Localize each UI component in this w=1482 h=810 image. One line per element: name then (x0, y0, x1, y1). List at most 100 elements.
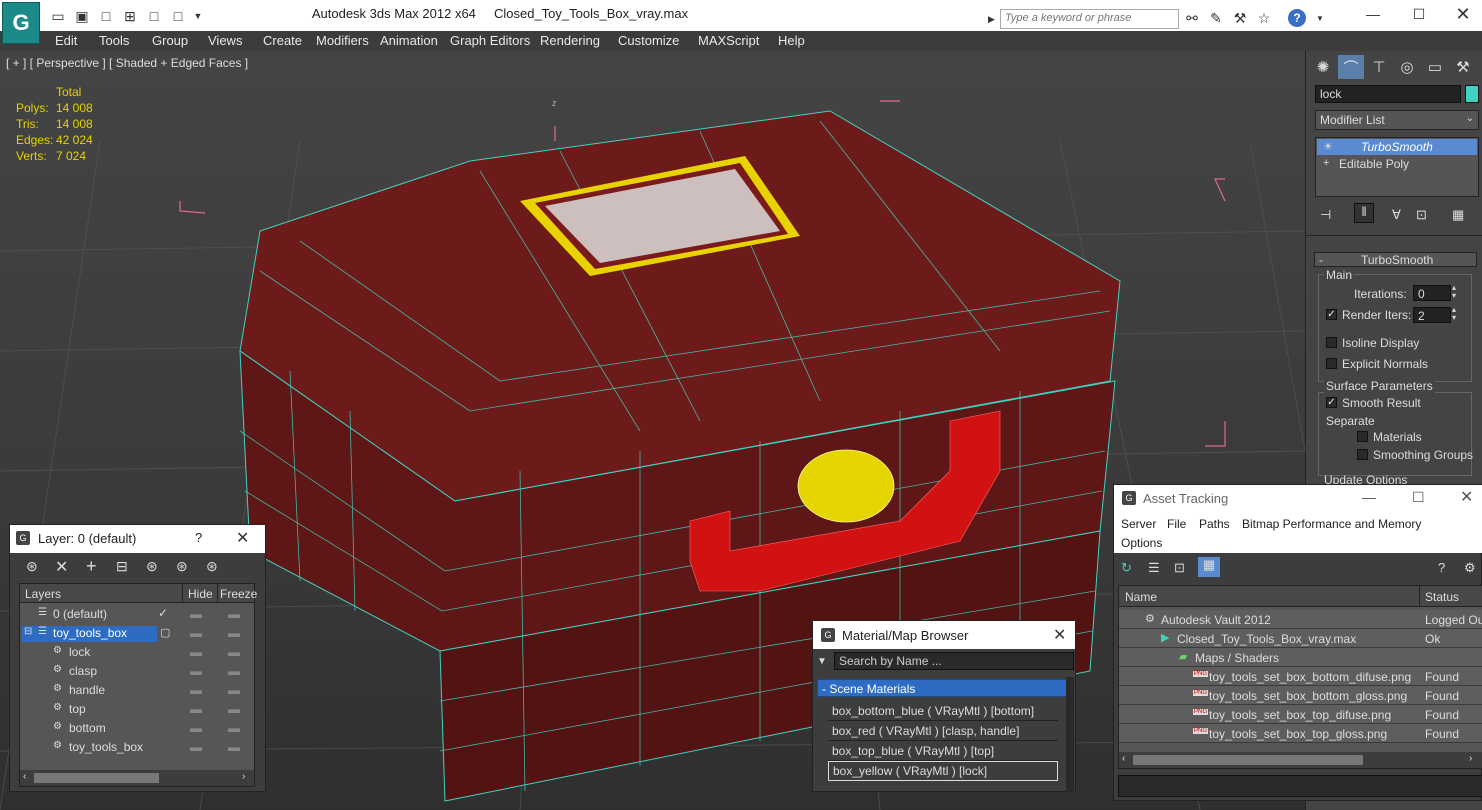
column-status[interactable]: Status (1425, 590, 1459, 604)
chevron-down-icon[interactable]: ▼ (190, 8, 206, 24)
freeze-toggle[interactable]: ▬ (228, 683, 240, 697)
spinner-arrows-icon[interactable]: ▴ ▾ (1452, 284, 1456, 300)
layer-row[interactable]: ⚙ clasp ▬ ▬ (20, 661, 254, 680)
asset-row[interactable]: PNG toy_tools_set_box_bottom_difuse.png … (1119, 667, 1482, 686)
material-item[interactable]: box_top_blue ( VRayMtl ) [top] (828, 741, 1058, 761)
spinner-arrows-icon[interactable]: ▴ ▾ (1452, 306, 1456, 322)
material-item[interactable]: box_red ( VRayMtl ) [clasp, handle] (828, 721, 1058, 741)
thumbnail-view-icon[interactable]: ⊡ (1174, 560, 1185, 576)
plus-icon[interactable]: + (1323, 157, 1329, 169)
utilities-tab-icon[interactable]: ⚒ (1450, 55, 1476, 79)
pin-stack-icon[interactable]: ⊣ (1320, 207, 1331, 223)
object-name-field[interactable]: lock (1315, 85, 1461, 103)
iterations-spinner[interactable]: 0 (1413, 285, 1451, 301)
material-browser-titlebar[interactable]: G Material/Map Browser ✕ (813, 621, 1075, 649)
freeze-toggle[interactable]: ▬ (228, 607, 240, 621)
lightbulb-icon[interactable]: ☀ (1323, 140, 1333, 153)
configure-sets-icon[interactable]: ▦ (1452, 207, 1464, 223)
minimize-icon[interactable]: — (1350, 4, 1396, 24)
menu-options[interactable]: Options (1121, 536, 1162, 550)
layer-row[interactable]: ⚙ toy_tools_box ▬ ▬ (20, 737, 254, 756)
maximize-icon[interactable]: ☐ (1412, 489, 1425, 506)
layer-row[interactable]: ⊟ ☰ toy_tools_box ▢ ▬ ▬ (20, 623, 254, 642)
star-icon[interactable]: ☆ (1254, 9, 1274, 27)
save-icon[interactable]: ▣ (74, 8, 90, 24)
communication-icon[interactable]: ⚒ (1230, 9, 1250, 27)
close-icon[interactable]: ✕ (1053, 625, 1066, 645)
explicit-normals-checkbox[interactable] (1326, 358, 1337, 369)
maximize-icon[interactable]: ☐ (1396, 4, 1442, 24)
layer-row[interactable]: ⚙ handle ▬ ▬ (20, 680, 254, 699)
undo-icon[interactable]: □ (146, 8, 162, 24)
asset-tracking-titlebar[interactable]: G Asset Tracking — ☐ ✕ (1114, 485, 1482, 513)
list-view-icon[interactable]: ☰ (1148, 560, 1160, 576)
render-iters-spinner[interactable]: 2 (1413, 307, 1451, 323)
collapse-icon[interactable]: ⊟ (24, 626, 32, 637)
search-input[interactable]: Type a keyword or phrase (1000, 9, 1179, 29)
minimize-icon[interactable]: — (1362, 489, 1376, 505)
menu-create[interactable]: Create (263, 33, 302, 48)
delete-layer-icon[interactable]: ✕ (55, 557, 68, 577)
menu-animation[interactable]: Animation (380, 33, 438, 48)
open-icon[interactable]: ▭ (50, 8, 66, 24)
material-item[interactable]: box_bottom_blue ( VRayMtl ) [bottom] (828, 701, 1058, 721)
isoline-display-checkbox[interactable] (1326, 337, 1337, 348)
layer-row[interactable]: ⚙ lock ▬ ▬ (20, 642, 254, 661)
table-view-icon[interactable]: ▦ (1198, 557, 1220, 577)
redo-icon[interactable]: □ (170, 8, 186, 24)
layer-row[interactable]: ⚙ top ▬ ▬ (20, 699, 254, 718)
binoculars-icon[interactable]: ⚯ (1182, 9, 1202, 27)
materials-checkbox[interactable] (1357, 431, 1368, 442)
horizontal-scrollbar[interactable]: ‹ › (1119, 752, 1482, 768)
add-to-layer-icon[interactable]: + (86, 556, 97, 577)
column-layers[interactable]: Layers (25, 587, 61, 601)
asset-row[interactable]: PNG toy_tools_set_box_top_gloss.png Foun… (1119, 724, 1482, 743)
menu-maxscript[interactable]: MAXScript (698, 33, 759, 48)
smoothing-groups-checkbox[interactable] (1357, 449, 1368, 460)
material-item[interactable]: box_yellow ( VRayMtl ) [lock] (828, 761, 1058, 781)
stack-item-editable-poly[interactable]: + Editable Poly (1317, 156, 1477, 172)
highlight-layer-icon[interactable]: ⊛ (146, 558, 158, 575)
close-icon[interactable]: ✕ (1460, 487, 1473, 507)
new-icon[interactable]: □ (98, 8, 114, 24)
object-color-swatch[interactable] (1465, 85, 1479, 103)
display-tab-icon[interactable]: ▭ (1422, 55, 1448, 79)
hide-toggle[interactable]: ▬ (190, 721, 202, 735)
3dsmax-logo-icon[interactable]: G (2, 2, 40, 44)
freeze-toggle[interactable]: ▬ (228, 702, 240, 716)
material-search-input[interactable]: Search by Name ... (834, 652, 1074, 670)
hide-all-icon[interactable]: ⊛ (176, 558, 188, 575)
chevron-right-icon[interactable]: › (242, 771, 245, 782)
asset-row[interactable]: PNG toy_tools_set_box_top_difuse.png Fou… (1119, 705, 1482, 724)
close-icon[interactable]: ✕ (236, 528, 249, 548)
scene-materials-group[interactable]: - Scene Materials (817, 679, 1067, 697)
menu-graph-editors[interactable]: Graph Editors (450, 33, 530, 48)
create-tab-icon[interactable]: ✺ (1310, 55, 1336, 79)
viewport-label[interactable]: [ + ] [ Perspective ] [ Shaded + Edged F… (6, 56, 248, 70)
hide-toggle[interactable]: ▬ (190, 740, 202, 754)
vertical-scrollbar[interactable] (1066, 677, 1074, 793)
project-icon[interactable]: ⊞ (122, 8, 138, 24)
hide-toggle[interactable]: ▬ (190, 664, 202, 678)
remove-modifier-icon[interactable]: ⊡ (1416, 207, 1427, 223)
horizontal-scrollbar[interactable]: ‹ › (20, 770, 254, 786)
menu-paths[interactable]: Paths (1199, 517, 1230, 531)
asset-row[interactable]: ▰ Maps / Shaders (1119, 648, 1482, 667)
asset-row[interactable]: ⚙ Autodesk Vault 2012 Logged Ou (1119, 610, 1482, 629)
column-freeze[interactable]: Freeze (220, 587, 257, 601)
options-chevron-icon[interactable]: ▼ (817, 656, 827, 667)
hide-toggle[interactable]: ▬ (190, 683, 202, 697)
column-name[interactable]: Name (1125, 590, 1157, 604)
menu-views[interactable]: Views (208, 33, 242, 48)
asset-path-field[interactable] (1118, 775, 1482, 797)
settings-icon[interactable]: ⚙ (1464, 560, 1476, 576)
make-unique-icon[interactable]: ∀ (1392, 207, 1401, 223)
hierarchy-tab-icon[interactable]: ⊤ (1366, 55, 1392, 79)
create-layer-icon[interactable]: ⊛ (26, 558, 38, 575)
menu-edit[interactable]: Edit (55, 33, 77, 48)
menu-rendering[interactable]: Rendering (540, 33, 600, 48)
help-icon[interactable]: ? (195, 530, 202, 545)
hide-toggle[interactable]: ▬ (190, 626, 202, 640)
freeze-toggle[interactable]: ▬ (228, 664, 240, 678)
chevron-right-icon[interactable]: › (1469, 753, 1472, 764)
